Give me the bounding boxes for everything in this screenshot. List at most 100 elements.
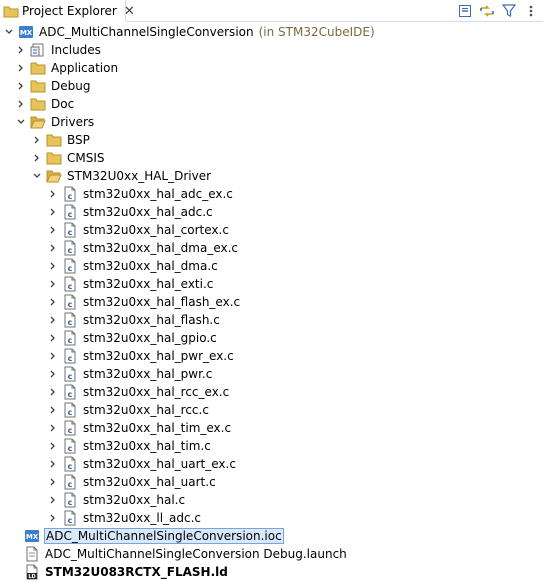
chevron-right-icon[interactable] bbox=[47, 419, 59, 437]
chevron-right-icon[interactable] bbox=[31, 131, 43, 149]
tab-project-explorer[interactable]: Project Explorer ✕ bbox=[0, 0, 135, 23]
chevron-right-icon[interactable] bbox=[47, 329, 59, 347]
tree-item-drivers[interactable]: Drivers bbox=[0, 113, 543, 131]
chevron-right-icon[interactable] bbox=[47, 401, 59, 419]
chevron-right-icon[interactable] bbox=[15, 41, 27, 59]
chevron-right-icon[interactable] bbox=[47, 203, 59, 221]
svg-text:c: c bbox=[68, 462, 73, 471]
tree-item-bsp[interactable]: BSP bbox=[0, 131, 543, 149]
chevron-right-icon[interactable] bbox=[47, 239, 59, 257]
view-title: Project Explorer bbox=[22, 4, 117, 18]
tree-item-source-file[interactable]: c stm32u0xx_hal_dma_ex.c bbox=[0, 239, 543, 257]
tree-item-label: BSP bbox=[67, 133, 90, 147]
tree-item-label: stm32u0xx_hal_dma_ex.c bbox=[83, 241, 238, 255]
tree-item-source-file[interactable]: c stm32u0xx_hal_adc.c bbox=[0, 203, 543, 221]
tree-item-hal-driver[interactable]: STM32U0xx_HAL_Driver bbox=[0, 167, 543, 185]
tree-item-source-file[interactable]: c stm32u0xx_hal_rcc.c bbox=[0, 401, 543, 419]
chevron-right-icon[interactable] bbox=[47, 365, 59, 383]
tree-item-linker-script[interactable]: LD STM32U083RCTX_FLASH.ld bbox=[0, 563, 543, 581]
chevron-down-icon[interactable] bbox=[3, 23, 15, 41]
chevron-right-icon[interactable] bbox=[47, 455, 59, 473]
project-name: ADC_MultiChannelSingleConversion bbox=[39, 25, 254, 39]
svg-text:c: c bbox=[68, 390, 73, 399]
project-location: (in STM32CubeIDE) bbox=[258, 25, 375, 39]
tree-item-source-file[interactable]: c stm32u0xx_hal_rcc_ex.c bbox=[0, 383, 543, 401]
svg-text:LD: LD bbox=[28, 574, 35, 580]
tree-item-label: ADC_MultiChannelSingleConversion.ioc bbox=[44, 528, 284, 544]
tree-item-cmsis[interactable]: CMSIS bbox=[0, 149, 543, 167]
chevron-right-icon[interactable] bbox=[47, 347, 59, 365]
tree-item-label: Includes bbox=[51, 43, 101, 57]
chevron-right-icon[interactable] bbox=[15, 59, 27, 77]
chevron-right-icon[interactable] bbox=[15, 95, 27, 113]
c-source-file-icon: c bbox=[62, 294, 78, 310]
close-icon[interactable]: ✕ bbox=[124, 5, 135, 18]
linker-script-icon: LD bbox=[24, 564, 40, 580]
folder-icon bbox=[3, 3, 19, 19]
chevron-right-icon[interactable] bbox=[47, 437, 59, 455]
tree-item-source-file[interactable]: c stm32u0xx_hal.c bbox=[0, 491, 543, 509]
c-source-file-icon: c bbox=[62, 402, 78, 418]
chevron-right-icon[interactable] bbox=[47, 257, 59, 275]
filter-icon[interactable] bbox=[500, 2, 518, 20]
tree-item-source-file[interactable]: c stm32u0xx_hal_exti.c bbox=[0, 275, 543, 293]
tree-item-source-file[interactable]: c stm32u0xx_hal_adc_ex.c bbox=[0, 185, 543, 203]
chevron-right-icon[interactable] bbox=[47, 185, 59, 203]
chevron-right-icon[interactable] bbox=[15, 77, 27, 95]
tree-item-ioc[interactable]: MX ADC_MultiChannelSingleConversion.ioc bbox=[0, 527, 543, 545]
tree-item-label: Doc bbox=[51, 97, 75, 111]
chevron-down-icon[interactable] bbox=[15, 113, 27, 131]
svg-text:c: c bbox=[68, 246, 73, 255]
launch-file-icon bbox=[24, 546, 40, 562]
includes-icon bbox=[30, 42, 46, 58]
tree-item-label: stm32u0xx_hal_gpio.c bbox=[83, 331, 217, 345]
chevron-right-icon[interactable] bbox=[47, 311, 59, 329]
tree-item-label: STM32U0xx_HAL_Driver bbox=[67, 169, 212, 183]
folder-icon bbox=[30, 60, 46, 76]
tree-item-source-file[interactable]: c stm32u0xx_hal_cortex.c bbox=[0, 221, 543, 239]
tree-item-source-file[interactable]: c stm32u0xx_hal_pwr_ex.c bbox=[0, 347, 543, 365]
svg-text:c: c bbox=[68, 300, 73, 309]
tree-item-doc[interactable]: Doc bbox=[0, 95, 543, 113]
c-source-file-icon: c bbox=[62, 474, 78, 490]
tree-item-source-file[interactable]: c stm32u0xx_hal_flash.c bbox=[0, 311, 543, 329]
chevron-right-icon[interactable] bbox=[47, 293, 59, 311]
chevron-right-icon[interactable] bbox=[47, 473, 59, 491]
svg-text:MX: MX bbox=[26, 533, 39, 541]
tree-item-application[interactable]: Application bbox=[0, 59, 543, 77]
tree-item-label: Drivers bbox=[51, 115, 95, 129]
tree-item-source-file[interactable]: c stm32u0xx_hal_uart_ex.c bbox=[0, 455, 543, 473]
chevron-right-icon[interactable] bbox=[47, 275, 59, 293]
svg-text:c: c bbox=[68, 498, 73, 507]
tree-item-project[interactable]: MX ADC_MultiChannelSingleConversion (in … bbox=[0, 23, 543, 41]
collapse-all-icon[interactable] bbox=[456, 2, 474, 20]
tree-item-source-file[interactable]: c stm32u0xx_hal_flash_ex.c bbox=[0, 293, 543, 311]
link-with-editor-icon[interactable] bbox=[478, 2, 496, 20]
folder-icon bbox=[46, 132, 62, 148]
tree-item-source-file[interactable]: c stm32u0xx_hal_tim.c bbox=[0, 437, 543, 455]
tree-item-source-file[interactable]: c stm32u0xx_hal_gpio.c bbox=[0, 329, 543, 347]
tree-item-launch[interactable]: ADC_MultiChannelSingleConversion Debug.l… bbox=[0, 545, 543, 563]
tree-item-source-file[interactable]: c stm32u0xx_hal_dma.c bbox=[0, 257, 543, 275]
tree-item-source-file[interactable]: c stm32u0xx_hal_uart.c bbox=[0, 473, 543, 491]
chevron-right-icon[interactable] bbox=[47, 383, 59, 401]
chevron-right-icon[interactable] bbox=[47, 509, 59, 527]
svg-text:c: c bbox=[68, 228, 73, 237]
tree-item-debug[interactable]: Debug bbox=[0, 77, 543, 95]
chevron-right-icon[interactable] bbox=[31, 149, 43, 167]
tree-item-source-file[interactable]: c stm32u0xx_hal_tim_ex.c bbox=[0, 419, 543, 437]
c-source-file-icon: c bbox=[62, 204, 78, 220]
view-menu-icon[interactable] bbox=[522, 2, 540, 20]
tree-item-label: stm32u0xx_hal_uart.c bbox=[83, 475, 216, 489]
chevron-down-icon[interactable] bbox=[31, 167, 43, 185]
tree-item-label: stm32u0xx_hal_adc.c bbox=[83, 205, 213, 219]
chevron-right-icon[interactable] bbox=[47, 491, 59, 509]
chevron-right-icon[interactable] bbox=[47, 221, 59, 239]
c-source-file-icon: c bbox=[62, 510, 78, 526]
tree-item-label: stm32u0xx_hal_exti.c bbox=[83, 277, 214, 291]
tree-item-source-file[interactable]: c stm32u0xx_hal_pwr.c bbox=[0, 365, 543, 383]
tree-item-label: ADC_MultiChannelSingleConversion Debug.l… bbox=[45, 547, 347, 561]
tree-item-source-file[interactable]: c stm32u0xx_ll_adc.c bbox=[0, 509, 543, 527]
project-mx-icon: MX bbox=[18, 24, 34, 40]
tree-item-includes[interactable]: Includes bbox=[0, 41, 543, 59]
